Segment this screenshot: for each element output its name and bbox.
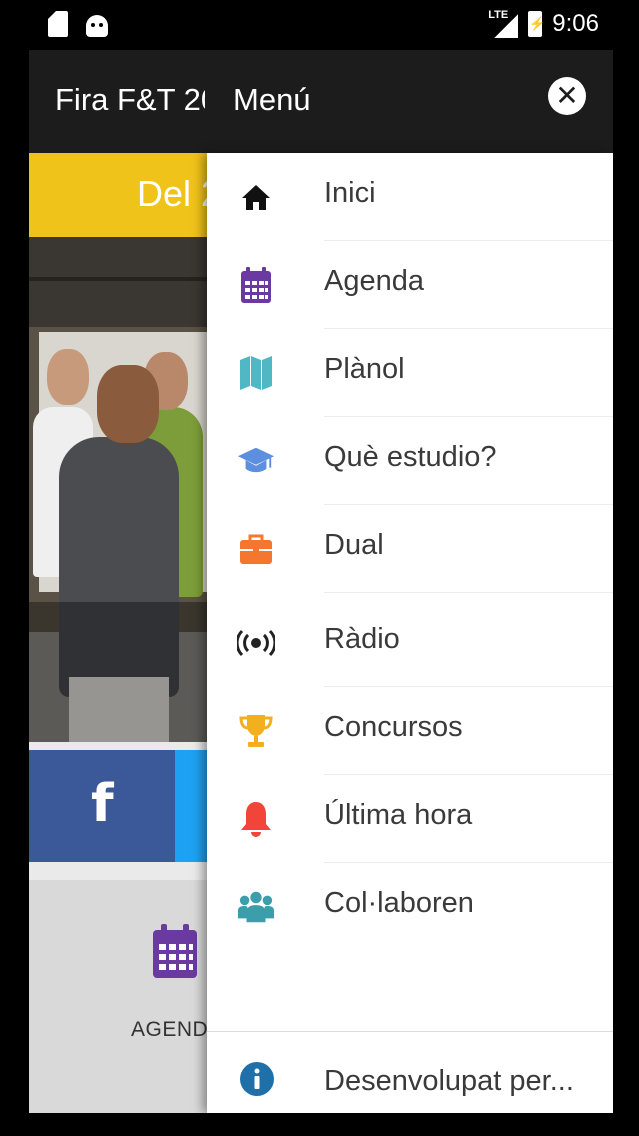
menu-item-label: Dual (324, 529, 384, 561)
android-debug-icon (86, 15, 108, 37)
app-bar: Fira F&T 2019 (29, 50, 613, 153)
menu-item-concursos[interactable]: Concursos (207, 687, 613, 775)
trophy-icon (237, 711, 275, 751)
clock: 9:06 (552, 10, 599, 37)
calendar-icon (237, 265, 275, 305)
menu-item-label: Concursos (324, 711, 463, 743)
calendar-icon (153, 924, 197, 978)
divider (207, 1031, 613, 1032)
home-icon (237, 177, 275, 217)
menu-item-label: Desenvolupat per... (324, 1065, 574, 1097)
battery-charging-icon (528, 11, 545, 37)
menu-item-label: Última hora (324, 799, 473, 831)
drawer-title: Menú (233, 82, 311, 117)
sd-card-icon (48, 11, 68, 37)
map-icon (237, 353, 275, 393)
app-title: Fira F&T 2019 (55, 82, 205, 117)
menu-item-dual[interactable]: Dual (207, 505, 613, 593)
briefcase-icon (237, 529, 275, 569)
facebook-icon: f (91, 774, 114, 834)
menu-item-ultima-hora[interactable]: Última hora (207, 775, 613, 863)
bell-icon (237, 799, 275, 839)
menu-item-label: Ràdio (324, 623, 400, 655)
menu-item-planol[interactable]: Plànol (207, 329, 613, 417)
info-icon (239, 1061, 275, 1102)
menu-item-desenvolupat[interactable]: Desenvolupat per... (207, 1041, 613, 1113)
menu-item-label: Què estudio? (324, 441, 497, 473)
status-bar: LTE 9:06 (0, 0, 639, 50)
graduation-cap-icon (237, 441, 275, 481)
menu-item-inici[interactable]: Inici (207, 153, 613, 241)
menu-item-radio[interactable]: Ràdio (207, 595, 613, 687)
menu-item-col-laboren[interactable]: Col·laboren (207, 863, 613, 951)
menu-item-label: Inici (324, 177, 376, 209)
facebook-button[interactable]: f (29, 750, 175, 862)
close-button[interactable]: ✕ (548, 77, 586, 115)
users-icon (237, 887, 275, 927)
menu-item-label: Plànol (324, 353, 405, 385)
signal-icon: LTE (488, 9, 519, 38)
menu-item-agenda[interactable]: Agenda (207, 241, 613, 329)
menu-item-label: Col·laboren (324, 887, 474, 919)
menu-item-label: Agenda (324, 265, 424, 297)
close-icon: ✕ (555, 79, 579, 112)
network-type: LTE (488, 9, 509, 21)
navigation-drawer: Inici Agenda Plànol Què estudio? Dual Rà… (207, 153, 613, 1113)
menu-item-que-estudio[interactable]: Què estudio? (207, 417, 613, 505)
broadcast-icon (237, 623, 275, 663)
